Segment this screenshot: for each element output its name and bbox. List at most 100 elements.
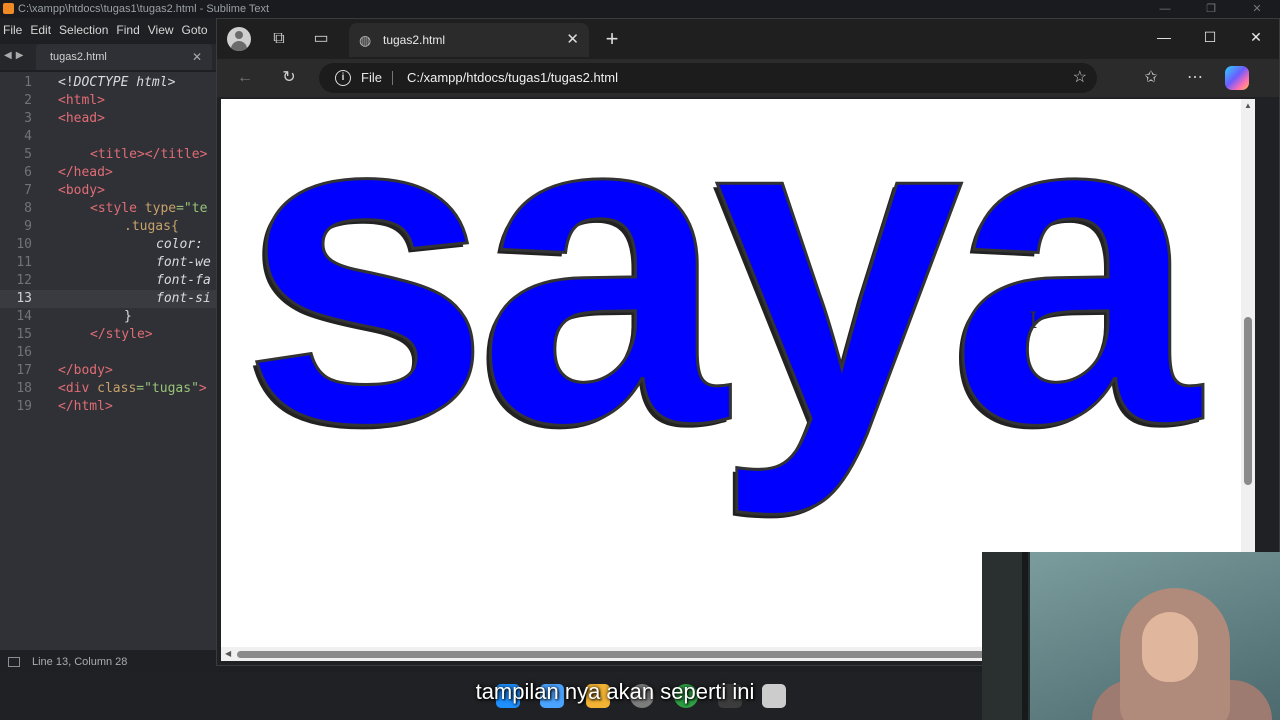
code-line: 16 bbox=[0, 344, 218, 362]
line-number: 7 bbox=[24, 183, 32, 198]
code-line: 8 <style type="te bbox=[0, 200, 218, 218]
menu-file[interactable]: File bbox=[0, 20, 27, 40]
panel-toggle-icon[interactable] bbox=[8, 657, 20, 667]
code-line: 3 <head> bbox=[0, 110, 218, 128]
code-text: } bbox=[124, 309, 132, 324]
code-text: .tugas{ bbox=[124, 219, 179, 234]
code-text: <!DOCTYPE html> bbox=[58, 75, 176, 90]
line-number: 3 bbox=[24, 111, 32, 126]
menu-goto[interactable]: Goto bbox=[179, 20, 213, 40]
code-line: 12 font-fa bbox=[0, 272, 218, 290]
line-number: 10 bbox=[16, 237, 32, 252]
code-text: font-si bbox=[156, 291, 211, 306]
line-number: 18 bbox=[16, 381, 32, 396]
line-number: 9 bbox=[24, 219, 32, 234]
profile-icon[interactable] bbox=[227, 27, 251, 51]
code-text: </style> bbox=[90, 327, 153, 342]
code-line: 1 <!DOCTYPE html> bbox=[0, 74, 218, 92]
copilot-icon[interactable] bbox=[1225, 66, 1249, 90]
line-number: 4 bbox=[24, 129, 32, 144]
browser-toolbar: ← ↻ i File C:/xampp/htdocs/tugas1/tugas2… bbox=[217, 59, 1279, 97]
line-number: 11 bbox=[16, 255, 32, 270]
line-number: 2 bbox=[24, 93, 32, 108]
browser-window-controls: — ☐ ✕ bbox=[1141, 19, 1279, 55]
vertical-scroll-thumb[interactable] bbox=[1244, 317, 1252, 485]
menu-selection[interactable]: Selection bbox=[56, 20, 113, 40]
menu-find[interactable]: Find bbox=[113, 20, 144, 40]
close-icon[interactable]: ✕ bbox=[566, 23, 579, 57]
sublime-tab[interactable]: tugas2.html ✕ bbox=[36, 44, 212, 70]
sublime-tabbar: ◀▶ tugas2.html ✕ bbox=[0, 44, 218, 70]
line-number: 15 bbox=[16, 327, 32, 342]
minimize-icon[interactable]: — bbox=[1141, 19, 1187, 55]
sublime-menubar: File Edit Selection Find View Goto bbox=[0, 20, 218, 40]
code-text: <title></title> bbox=[90, 147, 208, 162]
new-tab-icon[interactable]: + bbox=[597, 25, 627, 55]
code-text: <html> bbox=[58, 93, 105, 108]
line-number: 13 bbox=[16, 291, 32, 306]
scroll-left-icon[interactable]: ◀ bbox=[225, 647, 231, 661]
code-line: 7 <body> bbox=[0, 182, 218, 200]
browser-tab-title: tugas2.html bbox=[383, 33, 446, 47]
page-text-saya: saya bbox=[239, 99, 1201, 517]
browser-tab[interactable]: ◍ tugas2.html ✕ bbox=[349, 23, 589, 57]
scroll-up-icon[interactable]: ▲ bbox=[1241, 101, 1255, 110]
desktop: C:\xampp\htdocs\tugas1\tugas2.html - Sub… bbox=[0, 0, 1280, 720]
code-text: </body> bbox=[58, 363, 113, 378]
refresh-icon[interactable]: ↻ bbox=[275, 64, 303, 92]
webcam-person-face bbox=[1142, 612, 1198, 682]
tab-nav-arrows-icon[interactable]: ◀▶ bbox=[4, 50, 27, 61]
code-text: <style type="te bbox=[90, 201, 208, 216]
menu-view[interactable]: View bbox=[145, 20, 179, 40]
code-text: color: bbox=[156, 237, 203, 252]
back-icon[interactable]: ← bbox=[231, 64, 259, 92]
sublime-restore-icon[interactable]: ❐ bbox=[1188, 0, 1234, 18]
code-line: 10 color: bbox=[0, 236, 218, 254]
line-number: 5 bbox=[24, 147, 32, 162]
favorites-icon[interactable]: ✩ bbox=[1137, 64, 1165, 92]
line-number: 17 bbox=[16, 363, 32, 378]
code-text: <body> bbox=[58, 183, 105, 198]
line-number: 14 bbox=[16, 309, 32, 324]
address-divider bbox=[392, 71, 393, 85]
code-editor[interactable]: 1 <!DOCTYPE html> 2 <html> 3 <head> 4 5 <tit… bbox=[0, 72, 218, 650]
code-text: </html> bbox=[58, 399, 113, 414]
maximize-icon[interactable]: ☐ bbox=[1187, 19, 1233, 55]
line-number: 1 bbox=[24, 75, 32, 90]
code-line: 17 </body> bbox=[0, 362, 218, 380]
cursor-position: Line 13, Column 28 bbox=[32, 656, 128, 668]
line-number: 6 bbox=[24, 165, 32, 180]
code-line: 11 font-we bbox=[0, 254, 218, 272]
close-window-icon[interactable]: ✕ bbox=[1233, 19, 1279, 55]
code-line: 6 </head> bbox=[0, 164, 218, 182]
address-url[interactable]: C:/xampp/htdocs/tugas1/tugas2.html bbox=[407, 63, 618, 93]
tab-close-icon[interactable]: ✕ bbox=[192, 44, 202, 70]
address-scheme: File bbox=[361, 70, 382, 85]
info-icon[interactable]: i bbox=[335, 70, 351, 86]
workspaces-icon[interactable]: ⧉ bbox=[265, 25, 293, 53]
sublime-window-title: C:\xampp\htdocs\tugas1\tugas2.html - Sub… bbox=[18, 3, 270, 15]
favorite-star-icon[interactable]: ☆ bbox=[1073, 63, 1087, 93]
code-line: 18 <div class="tugas"> bbox=[0, 380, 218, 398]
code-text: </head> bbox=[58, 165, 113, 180]
line-number: 19 bbox=[16, 399, 32, 414]
menu-edit[interactable]: Edit bbox=[27, 20, 56, 40]
code-line-active: 13 font-si bbox=[0, 290, 218, 308]
address-bar[interactable]: i File C:/xampp/htdocs/tugas1/tugas2.htm… bbox=[319, 63, 1097, 93]
sublime-window-controls: — ❐ ✕ bbox=[1142, 0, 1280, 18]
code-text: <div class="tugas"> bbox=[58, 381, 207, 396]
code-line: 5 <title></title> bbox=[0, 146, 218, 164]
code-text: font-we bbox=[156, 255, 211, 270]
video-subtitle: tampilan nya akan seperti ini bbox=[475, 679, 755, 704]
tab-actions-icon[interactable]: ▭ bbox=[307, 25, 335, 53]
sublime-statusbar: Line 13, Column 28 bbox=[0, 652, 218, 672]
code-line: 4 bbox=[0, 128, 218, 146]
more-icon[interactable]: ⋯ bbox=[1181, 64, 1209, 92]
globe-icon: ◍ bbox=[359, 32, 372, 48]
sublime-close-icon[interactable]: ✕ bbox=[1234, 0, 1280, 18]
code-line: 9 .tugas{ bbox=[0, 218, 218, 236]
code-text: font-fa bbox=[156, 273, 211, 288]
sublime-minimize-icon[interactable]: — bbox=[1142, 0, 1188, 18]
webcam-overlay bbox=[982, 552, 1280, 720]
webcam-door-frame bbox=[1022, 552, 1028, 720]
